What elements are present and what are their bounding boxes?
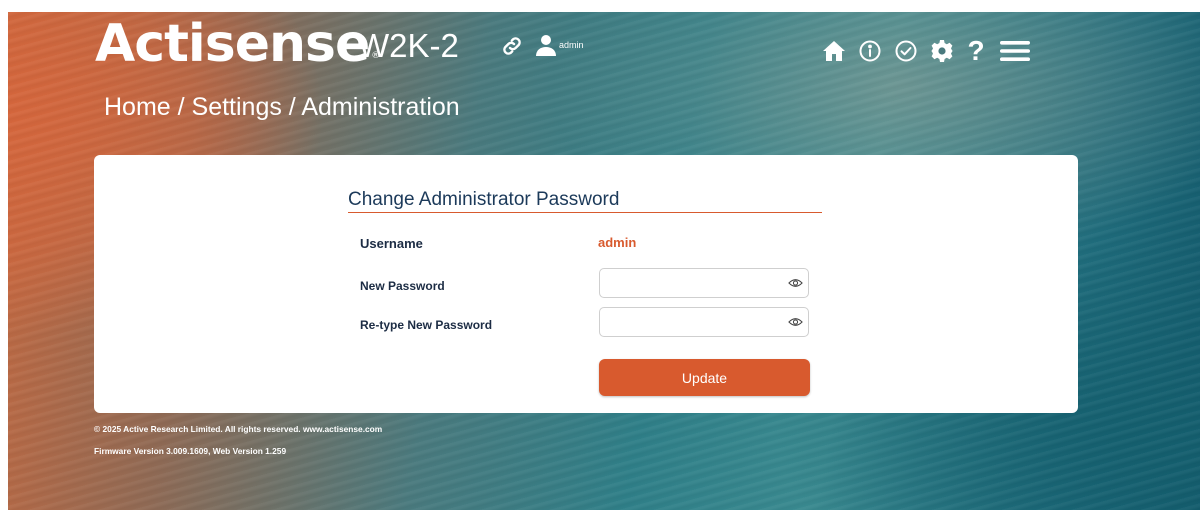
retype-password-label: Re-type New Password xyxy=(360,318,493,332)
home-icon[interactable] xyxy=(822,39,846,63)
user-name[interactable]: admin xyxy=(559,40,584,50)
info-icon[interactable] xyxy=(858,39,882,63)
username-value: admin xyxy=(598,235,637,250)
new-password-label: New Password xyxy=(360,279,445,293)
link-icon[interactable] xyxy=(500,34,524,58)
gear-icon[interactable] xyxy=(930,39,954,63)
header: Actisense ® W2K-2 admin ? Home / Setting… xyxy=(0,0,1200,140)
device-model: W2K-2 xyxy=(358,27,459,64)
settings-card: Change Administrator Password Username a… xyxy=(94,155,1078,413)
menu-icon[interactable] xyxy=(998,39,1032,63)
help-icon[interactable]: ? xyxy=(966,37,986,65)
check-circle-icon[interactable] xyxy=(894,39,918,63)
brand-logo[interactable]: Actisense ® xyxy=(95,14,380,74)
update-button[interactable]: Update xyxy=(599,359,810,396)
new-password-input[interactable] xyxy=(606,270,790,298)
user-icon[interactable] xyxy=(534,33,558,57)
copyright-text: © 2025 Active Research Limited. All righ… xyxy=(94,424,383,434)
username-label: Username xyxy=(360,236,423,251)
retype-password-input[interactable] xyxy=(606,309,790,337)
eye-icon[interactable] xyxy=(788,316,803,328)
form-title: Change Administrator Password xyxy=(348,189,822,213)
eye-icon[interactable] xyxy=(788,277,803,289)
retype-password-field[interactable] xyxy=(599,307,809,337)
new-password-field[interactable] xyxy=(599,268,809,298)
version-text: Firmware Version 3.009.1609, Web Version… xyxy=(94,446,287,456)
nav-icons: ? xyxy=(822,34,1032,68)
breadcrumb: Home / Settings / Administration xyxy=(104,93,460,121)
